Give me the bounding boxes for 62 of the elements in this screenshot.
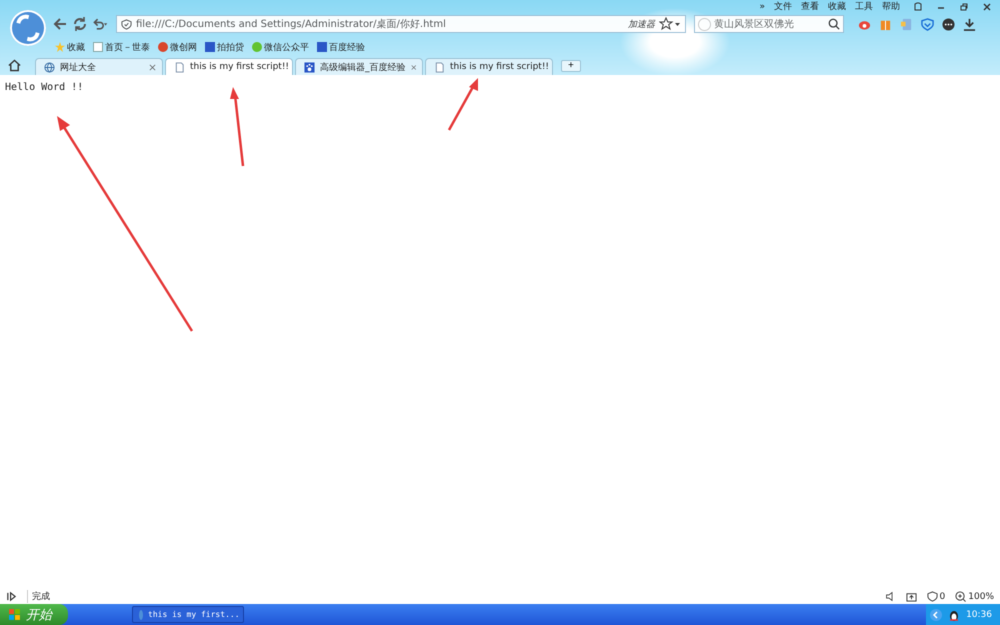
more-icon[interactable] — [942, 18, 955, 30]
adblock-counter[interactable]: 0 — [926, 591, 946, 602]
menu-item[interactable]: 工具 — [855, 0, 873, 13]
bookmark-icon — [252, 42, 262, 52]
browser-tab[interactable]: this is my first script!! — [165, 58, 293, 75]
shield-icon — [926, 591, 938, 602]
windows-logo-icon — [8, 608, 21, 621]
shield-icon — [121, 18, 132, 30]
search-field[interactable]: 黄山风景区双佛光 — [694, 15, 844, 33]
zoom-level[interactable]: 100% — [955, 591, 994, 602]
globe-icon — [44, 62, 55, 72]
chevron-icon[interactable] — [930, 608, 942, 620]
browser-tab[interactable]: 网址大全 — [35, 58, 163, 75]
paw-icon — [304, 62, 315, 72]
search-engine-icon — [698, 18, 711, 30]
logo-icon — [10, 10, 46, 46]
menu-item[interactable]: 文件 — [774, 0, 792, 13]
browser-tab[interactable]: this is my first script!! — [425, 58, 553, 75]
address-text: file:///C:/Documents and Settings/Administrator/桌面/你好.html — [136, 18, 447, 31]
bookmark-item[interactable]: 收藏 — [55, 40, 85, 54]
bookmark-item[interactable]: 拍拍贷 — [205, 40, 244, 54]
bookmark-icon — [205, 42, 215, 52]
search-icon[interactable] — [828, 18, 840, 30]
download-icon[interactable] — [963, 18, 976, 30]
close-icon[interactable] — [410, 64, 416, 70]
bookmark-icon — [317, 42, 327, 52]
page-icon — [434, 62, 445, 72]
shield-icon[interactable] — [921, 18, 934, 30]
refresh-icon[interactable] — [72, 16, 88, 32]
star-icon[interactable] — [659, 17, 681, 31]
menu-item[interactable]: 收藏 — [828, 0, 846, 13]
screenshot-icon[interactable] — [906, 591, 917, 602]
page-icon — [174, 62, 185, 72]
undo-icon[interactable] — [92, 16, 108, 32]
annotation-arrow — [448, 78, 478, 131]
browser-tab[interactable]: 高级编辑器_百度经验 — [295, 58, 423, 75]
bookmark-icon — [55, 42, 65, 52]
search-input[interactable]: 黄山风景区双佛光 — [714, 18, 825, 30]
restore-icon[interactable] — [959, 2, 969, 12]
sidebar-toggle-icon[interactable] — [6, 591, 17, 602]
bookmark-item[interactable]: 百度经验 — [317, 40, 365, 54]
bookmark-item[interactable]: 微信公众平 — [252, 40, 309, 54]
close-icon[interactable] — [982, 2, 992, 12]
menu-item[interactable]: » — [759, 2, 765, 12]
status-text: 完成 — [27, 590, 50, 603]
zoom-icon — [955, 591, 966, 602]
menu-item[interactable]: 帮助 — [882, 0, 900, 13]
bookmark-item[interactable]: 微创网 — [158, 40, 197, 54]
address-field[interactable]: file:///C:/Documents and Settings/Administrator/桌面/你好.html 加速器 — [116, 15, 686, 33]
taskbar-window-button[interactable]: this is my first... — [132, 606, 244, 623]
home-icon[interactable] — [8, 59, 21, 72]
menu-item[interactable]: 查看 — [801, 0, 819, 13]
penguin-icon[interactable] — [948, 608, 960, 620]
clock-text: 10:36 — [966, 610, 992, 620]
bookmark-icon — [158, 42, 168, 52]
back-icon[interactable] — [52, 16, 68, 32]
accelerator-button[interactable]: 加速器 — [628, 18, 655, 30]
bookmark-item[interactable]: 首页－世泰 — [93, 40, 150, 54]
close-icon[interactable] — [149, 64, 156, 70]
bookmark-icon — [93, 42, 103, 52]
page-text: Hello Word !! — [5, 82, 84, 93]
new-tab-button[interactable]: + — [561, 60, 581, 72]
